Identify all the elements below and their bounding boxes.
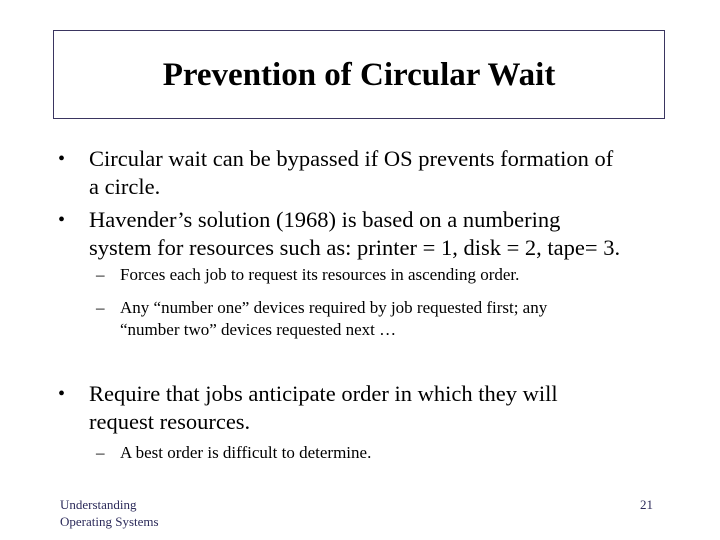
bullet-marker: • [58,209,66,231]
sub-bullet-text: Any “number one” devices required by job… [120,297,660,341]
sub-bullet-line: Any “number one” devices required by job… [120,298,548,317]
bullet-text: Circular wait can be bypassed if OS prev… [89,145,679,201]
sub-bullet-text: A best order is difficult to determine. [120,442,660,464]
bullet-line: Havender’s solution (1968) is based on a… [89,207,561,232]
bullet-text: Require that jobs anticipate order in wh… [89,380,679,436]
bullet-marker: • [58,148,66,170]
page-number: 21 [640,497,653,512]
sub-bullet-line: “number two” devices requested next … [120,320,397,339]
bullet-line: a circle. [89,174,161,199]
bullet-line: Circular wait can be bypassed if OS prev… [89,146,614,171]
bullet-line: system for resources such as: printer = … [89,235,621,260]
bullet-line: request resources. [89,409,251,434]
sub-bullet-text: Forces each job to request its resources… [120,264,660,286]
bullet-line: Require that jobs anticipate order in wh… [89,381,558,406]
bullet-text: Havender’s solution (1968) is based on a… [89,206,679,262]
slide-content: • Circular wait can be bypassed if OS pr… [0,0,720,540]
footer-line: Operating Systems [60,514,159,529]
sub-bullet-marker: – [96,265,105,284]
footer-line: Understanding [60,497,137,512]
footer-course-title: Understanding Operating Systems [60,496,159,530]
sub-bullet-marker: – [96,443,105,462]
sub-bullet-line: A best order is difficult to determine. [120,443,372,462]
bullet-marker: • [58,383,66,405]
sub-bullet-line: Forces each job to request its resources… [120,265,520,284]
sub-bullet-marker: – [96,298,105,317]
